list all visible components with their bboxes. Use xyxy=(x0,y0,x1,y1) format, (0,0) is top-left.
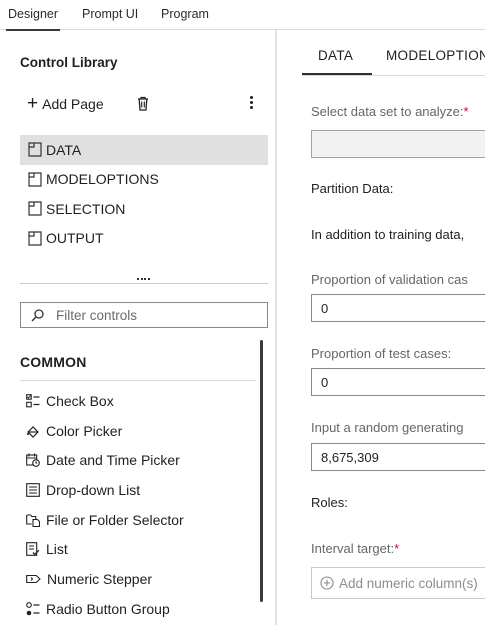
test-proportion-input[interactable]: 0 xyxy=(311,368,485,396)
page-tab-data[interactable]: DATA xyxy=(318,48,353,63)
control-item-label: Check Box xyxy=(46,392,114,409)
section-title-common: COMMON xyxy=(20,354,87,370)
numeric-stepper-icon xyxy=(26,574,41,584)
add-circle-icon xyxy=(320,576,334,590)
add-page-button[interactable]: + Add Page xyxy=(27,94,104,114)
control-item-label: Numeric Stepper xyxy=(47,570,153,587)
validation-proportion-label: Proportion of validation cas xyxy=(311,272,468,287)
required-marker: * xyxy=(463,104,469,119)
page-icon xyxy=(28,142,42,157)
section-divider xyxy=(20,380,256,381)
radio-group-icon xyxy=(26,601,40,615)
add-numeric-column-button[interactable]: Add numeric column(s) xyxy=(311,567,485,599)
control-item-list[interactable]: List xyxy=(26,534,256,564)
partition-description-text: In addition to training data, xyxy=(311,227,465,242)
page-list: DATA MODELOPTIONS SELECTION OUTPUT xyxy=(20,135,268,253)
filter-controls-input[interactable] xyxy=(56,307,256,323)
tab-program[interactable]: Program xyxy=(161,7,209,21)
control-item-label: Date and Time Picker xyxy=(46,452,180,469)
validation-proportion-input[interactable]: 0 xyxy=(311,294,485,322)
trash-icon[interactable] xyxy=(137,96,149,111)
roles-label: Roles: xyxy=(311,495,348,510)
control-item-date-time-picker[interactable]: Date and Time Picker xyxy=(26,445,256,475)
random-seed-label: Input a random generating xyxy=(311,420,464,435)
checkbox-icon xyxy=(26,393,40,408)
filter-controls-field[interactable] xyxy=(20,302,268,328)
control-item-label: File or Folder Selector xyxy=(46,511,184,528)
tab-baseline xyxy=(302,75,485,76)
dataset-label: Select data set to analyze:* xyxy=(311,104,469,119)
tab-prompt-ui[interactable]: Prompt UI xyxy=(82,7,138,21)
add-numeric-column-label: Add numeric column(s) xyxy=(339,575,478,591)
control-item-file-folder-selector[interactable]: File or Folder Selector xyxy=(26,505,256,535)
control-item-numeric-stepper[interactable]: Numeric Stepper xyxy=(26,564,256,594)
more-options-icon[interactable] xyxy=(246,94,256,112)
control-item-label: List xyxy=(46,541,68,558)
dataset-selector-field[interactable] xyxy=(311,130,485,158)
control-item-dropdown-list[interactable]: Drop-down List xyxy=(26,475,256,505)
page-item-label: DATA xyxy=(46,141,82,158)
page-icon xyxy=(28,172,42,187)
page-item-modeloptions[interactable]: MODELOPTIONS xyxy=(20,165,268,195)
random-seed-input[interactable]: 8,675,309 xyxy=(311,443,485,471)
calendar-clock-icon xyxy=(26,453,40,468)
control-item-label: Radio Button Group xyxy=(46,600,170,617)
folder-file-icon xyxy=(26,514,40,527)
page-icon xyxy=(28,231,42,246)
dropdown-list-icon xyxy=(26,483,40,497)
page-item-selection[interactable]: SELECTION xyxy=(20,194,268,224)
page-item-output[interactable]: OUTPUT xyxy=(20,224,268,254)
control-list-scrollbar[interactable] xyxy=(260,340,263,602)
control-item-radio-button-group[interactable]: Radio Button Group xyxy=(26,594,256,624)
list-check-icon xyxy=(26,542,40,557)
page-item-label: OUTPUT xyxy=(46,230,104,247)
main-tabbar: Designer Prompt UI Program xyxy=(0,0,485,31)
test-proportion-label: Proportion of test cases: xyxy=(311,346,452,361)
plus-icon: + xyxy=(27,93,39,114)
pane-splitter-line xyxy=(20,283,268,284)
interval-target-label: Interval target:* xyxy=(311,541,400,556)
control-item-label: Drop-down List xyxy=(46,481,141,498)
control-list: Check Box Color Picker Date and Time Pic… xyxy=(26,386,256,624)
required-marker: * xyxy=(394,541,400,556)
control-item-check-box[interactable]: Check Box xyxy=(26,386,256,416)
control-item-label: Color Picker xyxy=(46,422,123,439)
control-item-color-picker[interactable]: Color Picker xyxy=(26,416,256,446)
search-icon xyxy=(31,308,44,321)
page-item-label: SELECTION xyxy=(46,200,126,217)
control-library-title: Control Library xyxy=(20,55,118,70)
designer-canvas: DATA MODELOPTION Select data set to anal… xyxy=(279,30,485,625)
page-icon xyxy=(28,201,42,216)
control-library-pane: Control Library + Add Page DATA MODELOPT… xyxy=(0,30,277,625)
paint-bucket-icon xyxy=(27,425,39,438)
page-item-data[interactable]: DATA xyxy=(20,135,268,165)
tab-designer[interactable]: Designer xyxy=(5,7,61,31)
partition-data-label: Partition Data: xyxy=(311,181,394,196)
add-page-label: Add Page xyxy=(42,96,104,112)
page-item-label: MODELOPTIONS xyxy=(46,171,159,188)
page-tab-modeloptions[interactable]: MODELOPTION xyxy=(386,48,485,63)
splitter-grip-icon[interactable] xyxy=(137,278,151,282)
